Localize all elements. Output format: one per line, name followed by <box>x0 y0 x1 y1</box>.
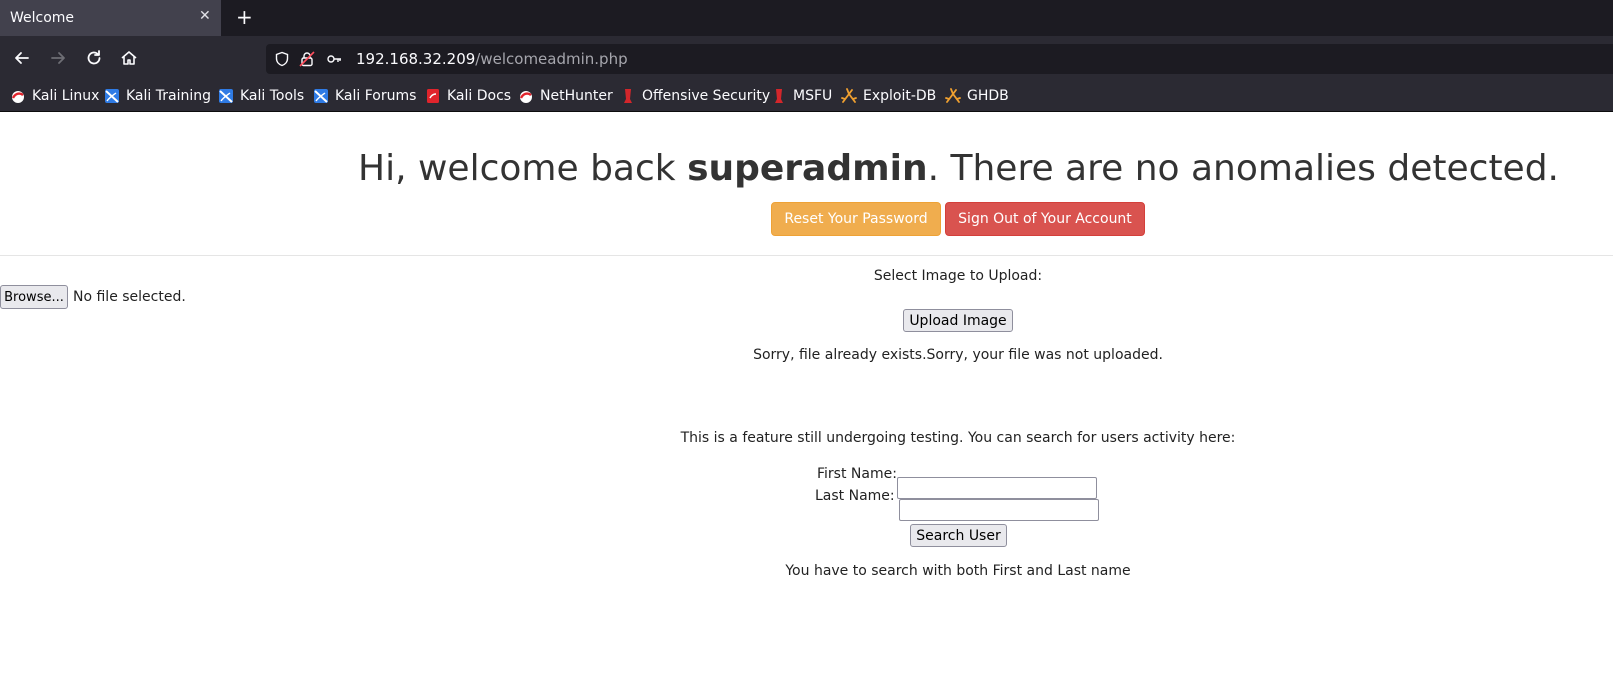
kali-training-icon <box>105 89 119 103</box>
divider <box>0 255 1613 256</box>
new-tab-icon[interactable]: + <box>236 5 253 29</box>
bookmarks-toolbar: Kali Linux Kali Training Kali Tools Kali… <box>0 80 1613 112</box>
home-icon[interactable] <box>119 48 139 68</box>
sign-out-button[interactable]: Sign Out of Your Account <box>945 202 1145 236</box>
bookmark-offensive-security[interactable]: Offensive Security <box>620 86 770 106</box>
bookmark-ghdb[interactable]: GHDB <box>945 86 1009 106</box>
bookmark-label: Exploit-DB <box>863 88 937 104</box>
url-bar[interactable]: 192.168.32.209/welcomeadmin.php <box>266 44 1613 74</box>
first-name-label: First Name: <box>817 466 897 482</box>
bookmark-label: Kali Linux <box>32 88 100 104</box>
welcome-suffix: . There are no anomalies detected. <box>927 148 1559 189</box>
file-status: No file selected. <box>73 289 186 305</box>
kali-docs-icon <box>427 89 439 103</box>
offsec-icon <box>624 89 632 103</box>
tab-title: Welcome <box>10 10 75 26</box>
bookmark-kali-docs[interactable]: Kali Docs <box>425 86 511 106</box>
bookmark-exploit-db[interactable]: Exploit-DB <box>841 86 936 106</box>
upload-message: Sorry, file already exists.Sorry, your f… <box>753 347 1163 363</box>
bookmark-kali-linux[interactable]: Kali Linux <box>10 86 99 106</box>
url-path: /welcomeadmin.php <box>475 50 628 68</box>
forward-arrow-icon[interactable] <box>48 48 68 68</box>
welcome-heading: Hi, welcome back superadmin. There are n… <box>0 148 1613 189</box>
tab-bar: Welcome ✕ + <box>0 0 1613 36</box>
bookmark-nethunter[interactable]: NetHunter <box>518 86 613 106</box>
kali-dragon-icon <box>11 91 24 103</box>
last-name-input[interactable] <box>899 499 1099 521</box>
reset-password-button[interactable]: Reset Your Password <box>771 202 941 236</box>
username: superadmin <box>687 148 928 189</box>
bookmark-label: GHDB <box>967 88 1009 104</box>
bookmark-label: Kali Training <box>126 88 211 104</box>
bookmark-label: Kali Tools <box>240 88 305 104</box>
browse-button[interactable]: Browse... <box>0 285 68 309</box>
bookmark-label: MSFU <box>793 88 833 104</box>
search-message: You have to search with both First and L… <box>785 563 1131 579</box>
first-name-input[interactable] <box>897 477 1097 499</box>
search-user-button[interactable]: Search User <box>910 524 1007 547</box>
tab-welcome[interactable]: Welcome ✕ <box>0 0 221 36</box>
welcome-prefix: Hi, welcome back <box>358 148 688 189</box>
bookmark-label: Kali Docs <box>447 88 512 104</box>
nethunter-icon <box>519 91 532 103</box>
exploit-db-icon <box>841 88 857 103</box>
url-host: 192.168.32.209 <box>356 50 476 68</box>
last-name-label: Last Name: <box>815 488 895 504</box>
bookmark-kali-tools[interactable]: Kali Tools <box>218 86 304 106</box>
url-text[interactable]: 192.168.32.209/welcomeadmin.php <box>356 50 628 68</box>
close-tab-icon[interactable]: ✕ <box>199 8 211 24</box>
bookmark-label: Offensive Security <box>642 88 771 104</box>
back-arrow-icon[interactable] <box>12 48 32 68</box>
bookmark-label: NetHunter <box>540 88 613 104</box>
bookmark-label: Kali Forums <box>335 88 417 104</box>
select-image-label: Select Image to Upload: <box>873 268 1043 284</box>
reload-icon[interactable] <box>84 48 104 68</box>
shield-icon[interactable] <box>274 51 290 67</box>
kali-tools-icon <box>219 89 233 103</box>
msfu-icon <box>775 89 783 103</box>
bookmark-msfu[interactable]: MSFU <box>771 86 832 106</box>
feature-note: This is a feature still undergoing testi… <box>680 430 1236 446</box>
kali-forums-icon <box>314 89 328 103</box>
bookmark-kali-training[interactable]: Kali Training <box>104 86 211 106</box>
upload-image-button[interactable]: Upload Image <box>903 309 1013 332</box>
key-icon[interactable] <box>326 51 342 67</box>
page-content: Hi, welcome back superadmin. There are n… <box>0 112 1613 694</box>
bookmark-kali-forums[interactable]: Kali Forums <box>313 86 416 106</box>
navigation-toolbar: 192.168.32.209/welcomeadmin.php <box>0 36 1613 80</box>
insecure-lock-icon[interactable] <box>299 51 315 67</box>
ghdb-icon <box>945 88 961 103</box>
